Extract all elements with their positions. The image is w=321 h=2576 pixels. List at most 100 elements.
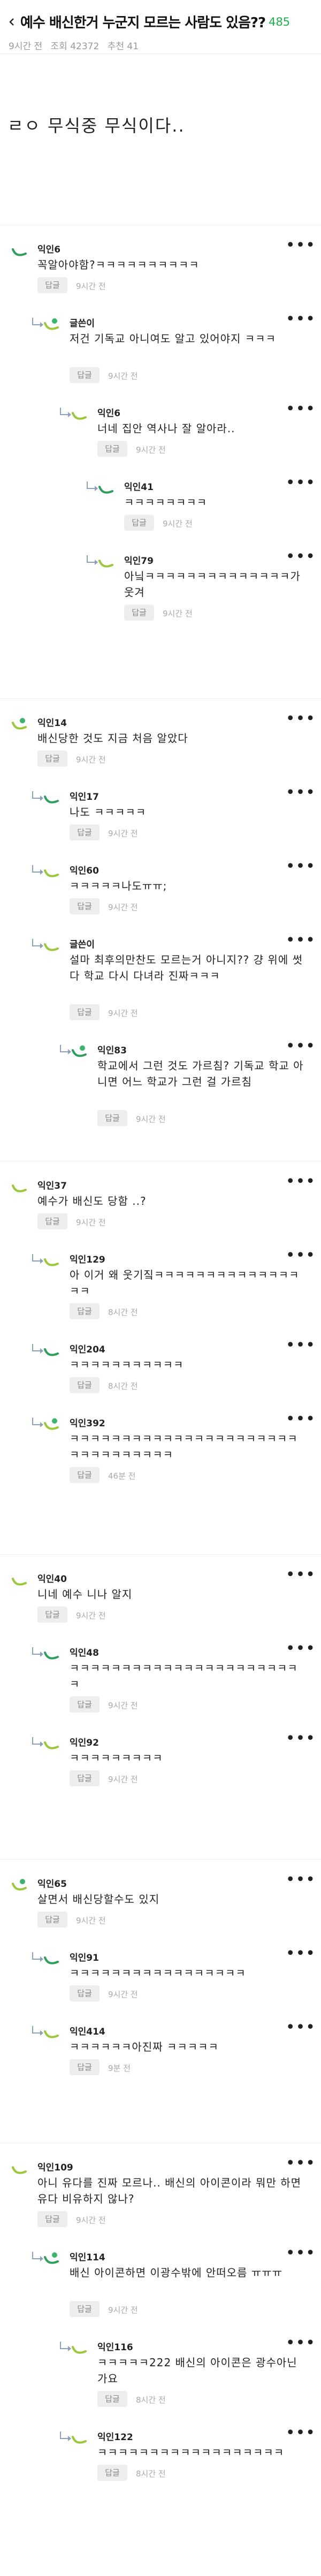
avatar-icon (72, 2436, 87, 2444)
comment-author: 익인122 (97, 2432, 133, 2443)
reply-button[interactable]: 답글 (70, 1770, 100, 1786)
avatar-icon (44, 1741, 59, 1749)
reply-button[interactable]: 답글 (97, 1110, 127, 1126)
more-options-icon[interactable]: ••• (286, 1174, 316, 1190)
comment-text: 아니 유다를 진짜 모르나.. 배신의 아이콘이라 뭐만 하면 유다 비유하지 … (37, 2176, 302, 2205)
avatar-icon (44, 1258, 59, 1266)
comment-author: 익인109 (37, 2162, 73, 2173)
more-options-icon[interactable]: ••• (286, 711, 316, 727)
more-options-icon[interactable]: ••• (286, 2155, 316, 2172)
comment-text: 살면서 배신당할수도 있지 (37, 1893, 160, 1906)
reply-arrow-icon (60, 408, 71, 417)
reply-button[interactable]: 답글 (124, 605, 154, 621)
comment-author: 익인79 (124, 556, 154, 567)
comment-text: 니네 예수 니나 알지 (37, 1588, 133, 1601)
comment-text: ㅋㅋㅋㅋㅋㅋㅋㅋㅋㅋㅋ (70, 1358, 184, 1371)
comment-author: 익인65 (37, 1879, 67, 1890)
more-options-icon[interactable]: ••• (286, 1946, 316, 1962)
post-header: 예수 배신한거 누군지 모르는 사람도 있음?? 485 9시간 전 조회 42… (0, 0, 321, 54)
more-options-icon[interactable]: ••• (286, 238, 316, 254)
comment-time: 9시간 전 (163, 609, 193, 618)
comment-text: 저건 기독교 아니여도 알고 있어야지 ㅋㅋㅋ (70, 332, 276, 345)
post-meta: 9시간 전 조회 42372 추천 41 (9, 39, 144, 52)
avatar-icon (44, 796, 59, 804)
more-options-icon[interactable]: ••• (286, 2425, 316, 2441)
post-time: 9시간 전 (9, 41, 43, 52)
comment-time: 9시간 전 (108, 2305, 138, 2315)
comment-time: 9시간 전 (108, 1775, 138, 1784)
reply-button[interactable]: 답글 (37, 1213, 67, 1229)
reply-button[interactable]: 답글 (37, 2211, 67, 2227)
more-options-icon[interactable]: ••• (286, 401, 316, 417)
comment-author: 익인6 (37, 244, 61, 255)
comment-author: 익인116 (97, 2342, 133, 2353)
comment-time: 9분 전 (108, 2063, 131, 2073)
comment-author: 익인40 (37, 1574, 67, 1585)
avatar-icon (44, 869, 59, 877)
reply-button[interactable]: 답글 (37, 277, 67, 293)
comment-text: 예수가 배신도 당함 ..? (37, 1195, 147, 1207)
comment-author: 익인414 (70, 2027, 105, 2037)
reply-button[interactable]: 답글 (37, 1912, 67, 1928)
post-body: ㄹㅇ 무식중 무식이다.. (7, 116, 185, 136)
avatar-icon (72, 412, 87, 420)
comment-author: 익인392 (70, 1418, 105, 1429)
more-options-icon[interactable]: ••• (286, 475, 316, 491)
reply-button[interactable]: 답글 (70, 1377, 100, 1393)
reply-button[interactable]: 답글 (70, 1303, 100, 1319)
chevron-left-icon[interactable] (7, 18, 16, 26)
more-options-icon[interactable]: ••• (286, 549, 316, 565)
more-options-icon[interactable]: ••• (286, 1731, 316, 1747)
reply-button[interactable]: 답글 (70, 1467, 100, 1483)
reply-button[interactable]: 답글 (97, 2391, 127, 2407)
more-options-icon[interactable]: ••• (286, 311, 316, 327)
more-options-icon[interactable]: ••• (286, 2245, 316, 2261)
reply-button[interactable]: 답글 (70, 898, 100, 914)
reply-button[interactable]: 답글 (70, 367, 100, 383)
thread-divider (0, 1859, 321, 1860)
reply-arrow-icon (32, 1418, 43, 1427)
more-options-icon[interactable]: ••• (286, 1337, 316, 1354)
more-options-icon[interactable]: ••• (286, 2335, 316, 2351)
reply-button[interactable]: 답글 (97, 441, 127, 457)
reply-button[interactable]: 답글 (70, 824, 100, 840)
comment-time: 8시간 전 (136, 2395, 166, 2405)
reply-button[interactable]: 답글 (70, 1696, 100, 1713)
thread-divider (0, 1554, 321, 1555)
more-options-icon[interactable]: ••• (286, 785, 316, 801)
comment-text: 배신 아이콘하면 이광수밖에 안떠오름 ㅠㅠㅠ (70, 2266, 283, 2279)
more-options-icon[interactable]: ••• (286, 1567, 316, 1583)
comment-text: 꼭알아야함?ㅋㅋㅋㅋㅋㅋㅋㅋㅋㅋ (37, 258, 200, 271)
more-options-icon[interactable]: ••• (286, 1641, 316, 1657)
reply-button[interactable]: 답글 (124, 515, 154, 531)
reply-arrow-icon (32, 318, 43, 327)
post-title: 예수 배신한거 누군지 모르는 사람도 있음?? (20, 15, 266, 31)
reply-arrow-icon (60, 1045, 71, 1054)
reply-button[interactable]: 답글 (70, 1004, 100, 1020)
comment-count[interactable]: 485 (269, 16, 290, 28)
more-options-icon[interactable]: ••• (286, 1248, 316, 1264)
comment-text: ㅋㅋㅋㅋㅋㅋㅋㅋㅋㅋㅋㅋㅋㅋㅋㅋㅋㅋㅋㅋㅋㅋㅋㅋㅋㅋㅋㅋㅋㅋㅋㅋ (70, 1432, 298, 1461)
reply-button[interactable]: 답글 (70, 1985, 100, 2001)
comment-time: 9시간 전 (76, 2215, 106, 2225)
reply-button[interactable]: 답글 (70, 2301, 100, 2317)
reply-button[interactable]: 답글 (70, 2059, 100, 2075)
more-options-icon[interactable]: ••• (286, 859, 316, 875)
comment-author: 익인14 (37, 718, 67, 729)
more-options-icon[interactable]: ••• (286, 2020, 316, 2036)
reply-button[interactable]: 답글 (37, 1607, 67, 1623)
comment-author: 익인41 (124, 482, 154, 493)
more-options-icon[interactable]: ••• (286, 932, 316, 949)
more-options-icon[interactable]: ••• (286, 1038, 316, 1054)
avatar-icon (44, 1418, 59, 1430)
reply-button[interactable]: 답글 (97, 2465, 127, 2481)
more-options-icon[interactable]: ••• (286, 1872, 316, 1888)
reply-arrow-icon (87, 555, 98, 565)
reply-button[interactable]: 답글 (37, 751, 67, 767)
reply-arrow-icon (32, 1737, 43, 1747)
comment-text: ㅋㅋㅋㅋㅋㅋㅋㅋㅋ (70, 1752, 163, 1764)
more-options-icon[interactable]: ••• (286, 1411, 316, 1427)
comment-time: 9시간 전 (108, 371, 138, 381)
avatar-icon (12, 2166, 27, 2174)
avatar-icon (12, 248, 27, 256)
